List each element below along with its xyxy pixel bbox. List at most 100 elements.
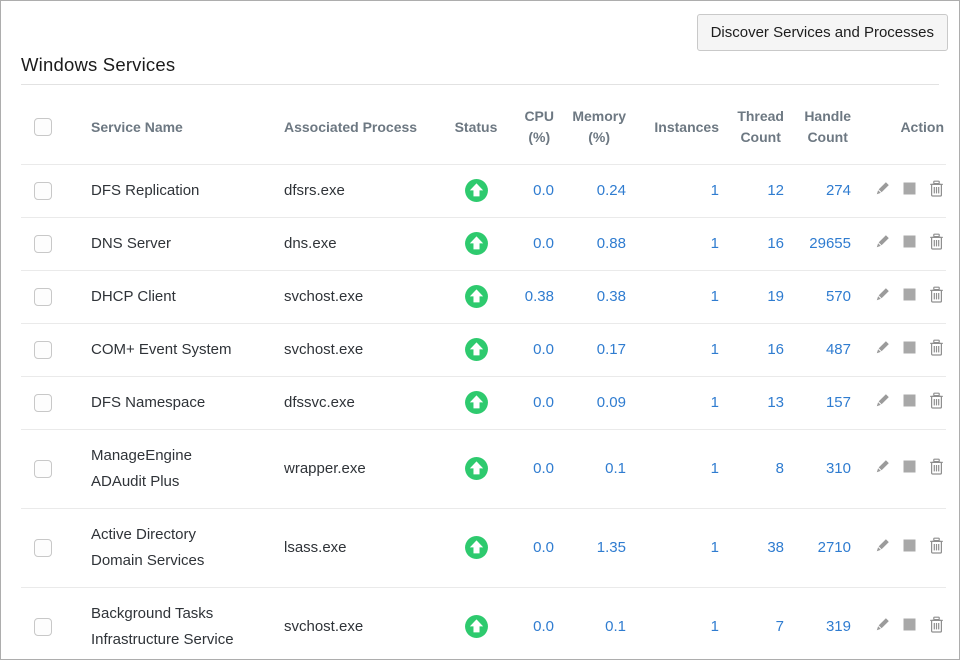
col-header-handle-count: Handle Count — [790, 91, 857, 164]
row-checkbox[interactable] — [34, 460, 52, 478]
row-checkbox[interactable] — [34, 235, 52, 253]
stop-icon[interactable] — [903, 618, 916, 635]
associated-process-cell: wrapper.exe — [284, 429, 448, 508]
delete-icon[interactable] — [929, 616, 944, 637]
memory-cell: 0.88 — [560, 217, 632, 270]
edit-icon[interactable] — [875, 459, 890, 478]
cpu-cell: 0.0 — [504, 323, 560, 376]
associated-process-cell: svchost.exe — [284, 270, 448, 323]
edit-icon[interactable] — [875, 538, 890, 557]
stop-icon[interactable] — [903, 288, 916, 305]
associated-process-cell: svchost.exe — [284, 587, 448, 660]
cpu-cell: 0.0 — [504, 376, 560, 429]
row-checkbox[interactable] — [34, 341, 52, 359]
handle-count-cell: 570 — [790, 270, 857, 323]
table-row: DHCP Client svchost.exe 0.38 0.38 1 19 5… — [21, 270, 946, 323]
instances-cell: 1 — [632, 270, 725, 323]
delete-icon[interactable] — [929, 180, 944, 201]
edit-icon[interactable] — [875, 617, 890, 636]
status-up-icon — [464, 231, 489, 256]
stop-icon[interactable] — [903, 341, 916, 358]
col-header-cpu: CPU (%) — [504, 91, 560, 164]
associated-process-cell: svchost.exe — [284, 323, 448, 376]
actions-cell — [857, 429, 946, 508]
delete-icon[interactable] — [929, 537, 944, 558]
associated-process-cell: dfsrs.exe — [284, 164, 448, 217]
associated-process-cell: dfssvc.exe — [284, 376, 448, 429]
handle-count-cell: 157 — [790, 376, 857, 429]
handle-count-cell: 2710 — [790, 508, 857, 587]
delete-icon[interactable] — [929, 392, 944, 413]
select-all-checkbox[interactable] — [34, 118, 52, 136]
table-header-row: Service Name Associated Process Status C… — [21, 91, 946, 164]
row-checkbox[interactable] — [34, 618, 52, 636]
row-checkbox-cell — [21, 429, 91, 508]
status-up-icon — [464, 337, 489, 362]
row-checkbox-cell — [21, 508, 91, 587]
status-cell — [448, 429, 504, 508]
instances-cell: 1 — [632, 376, 725, 429]
status-cell — [448, 164, 504, 217]
edit-icon[interactable] — [875, 181, 890, 200]
edit-icon[interactable] — [875, 393, 890, 412]
status-cell — [448, 587, 504, 660]
cpu-cell: 0.0 — [504, 217, 560, 270]
associated-process-cell: dns.exe — [284, 217, 448, 270]
row-checkbox-cell — [21, 376, 91, 429]
instances-cell: 1 — [632, 429, 725, 508]
status-cell — [448, 508, 504, 587]
thread-count-cell: 16 — [725, 217, 790, 270]
row-checkbox-cell — [21, 164, 91, 217]
actions-cell — [857, 376, 946, 429]
thread-count-cell: 13 — [725, 376, 790, 429]
instances-cell: 1 — [632, 508, 725, 587]
status-up-icon — [464, 535, 489, 560]
delete-icon[interactable] — [929, 233, 944, 254]
service-name-cell: DFS Replication — [91, 164, 284, 217]
service-name-cell: DFS Namespace — [91, 376, 284, 429]
cpu-cell: 0.0 — [504, 508, 560, 587]
row-checkbox-cell — [21, 323, 91, 376]
delete-icon[interactable] — [929, 458, 944, 479]
stop-icon[interactable] — [903, 235, 916, 252]
edit-icon[interactable] — [875, 340, 890, 359]
handle-count-cell: 29655 — [790, 217, 857, 270]
col-header-action: Action — [857, 91, 946, 164]
discover-services-button[interactable]: Discover Services and Processes — [697, 14, 948, 51]
stop-icon[interactable] — [903, 539, 916, 556]
status-up-icon — [464, 178, 489, 203]
memory-cell: 1.35 — [560, 508, 632, 587]
instances-cell: 1 — [632, 323, 725, 376]
edit-icon[interactable] — [875, 234, 890, 253]
service-name-cell: Active Directory Domain Services — [91, 508, 284, 587]
delete-icon[interactable] — [929, 286, 944, 307]
table-row: DFS Replication dfsrs.exe 0.0 0.24 1 12 … — [21, 164, 946, 217]
page: Discover Services and Processes Windows … — [0, 0, 960, 660]
col-header-service-name: Service Name — [91, 91, 284, 164]
row-checkbox[interactable] — [34, 394, 52, 412]
thread-count-cell: 8 — [725, 429, 790, 508]
row-checkbox[interactable] — [34, 539, 52, 557]
handle-count-cell: 487 — [790, 323, 857, 376]
stop-icon[interactable] — [903, 182, 916, 199]
stop-icon[interactable] — [903, 394, 916, 411]
title-divider — [21, 84, 939, 85]
status-cell — [448, 376, 504, 429]
row-checkbox-cell — [21, 587, 91, 660]
service-name-cell: ManageEngine ADAudit Plus — [91, 429, 284, 508]
page-title: Windows Services — [21, 54, 939, 76]
stop-icon[interactable] — [903, 460, 916, 477]
memory-cell: 0.24 — [560, 164, 632, 217]
table-row: DFS Namespace dfssvc.exe 0.0 0.09 1 13 1… — [21, 376, 946, 429]
delete-icon[interactable] — [929, 339, 944, 360]
service-name-cell: DHCP Client — [91, 270, 284, 323]
status-up-icon — [464, 284, 489, 309]
col-header-thread-count: Thread Count — [725, 91, 790, 164]
actions-cell — [857, 164, 946, 217]
edit-icon[interactable] — [875, 287, 890, 306]
row-checkbox[interactable] — [34, 182, 52, 200]
service-name-cell: Background Tasks Infrastructure Service — [91, 587, 284, 660]
row-checkbox[interactable] — [34, 288, 52, 306]
cpu-cell: 0.0 — [504, 164, 560, 217]
service-name-cell: DNS Server — [91, 217, 284, 270]
